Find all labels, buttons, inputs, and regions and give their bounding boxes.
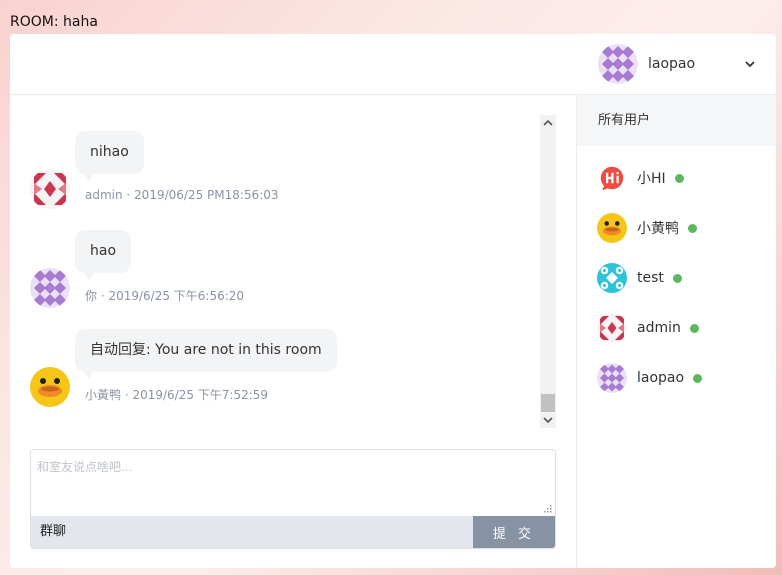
scroll-down-icon[interactable] <box>540 412 556 428</box>
online-status-dot <box>672 273 682 283</box>
scroll-up-icon[interactable] <box>540 115 556 131</box>
message-bubble: hao <box>75 230 132 280</box>
message-bubble: 自动回复: You are not in this room <box>75 329 337 379</box>
sidebar-title: 所有用户 <box>577 95 776 146</box>
scrollbar-thumb[interactable] <box>541 394 555 412</box>
user-name: laopao <box>637 370 685 386</box>
online-status-dot <box>688 223 697 233</box>
user-menu-dropdown[interactable]: laopao <box>598 44 768 84</box>
admin-avatar <box>30 169 70 209</box>
user-name: admin <box>637 320 681 336</box>
message-composer: 群聊 提 交 <box>30 449 556 549</box>
message-meta: 你 · 2019/6/25 下午6:56:20 <box>85 289 245 303</box>
user-item-test[interactable]: test <box>577 253 776 303</box>
online-status-dot <box>674 173 684 183</box>
laopao-avatar <box>598 44 638 84</box>
message-bubble: nihao <box>75 131 144 181</box>
user-item-xiaohi[interactable]: 小HI <box>577 153 776 203</box>
message-meta: admin · 2019/06/25 PM18:56:03 <box>85 188 279 202</box>
user-sidebar: 所有用户 小HI 小黄鸭 test admin laopao <box>576 95 776 568</box>
laopao-avatar <box>597 363 627 393</box>
message-input[interactable] <box>31 450 555 516</box>
duck-avatar <box>30 367 70 407</box>
user-item-duck[interactable]: 小黄鸭 <box>577 203 776 253</box>
message-meta: 小黃鸭 · 2019/6/25 下午7:52:59 <box>85 388 269 402</box>
user-item-laopao[interactable]: laopao <box>577 353 776 403</box>
message-list: nihao admin · 2019/06/25 PM18:56:03 hao … <box>30 95 538 427</box>
chat-panel: laopao nihao admin · 2019/06/25 PM18:56:… <box>10 34 776 568</box>
user-name: 小黄鸭 <box>637 221 679 237</box>
chat-mode-label: 群聊 <box>40 524 67 539</box>
online-status-dot <box>689 323 699 333</box>
online-status-dot <box>693 373 703 383</box>
duck-avatar <box>597 213 627 243</box>
user-list: 小HI 小黄鸭 test admin laopao <box>577 153 776 403</box>
chat-area: nihao admin · 2019/06/25 PM18:56:03 hao … <box>10 95 576 568</box>
room-title: ROOM: haha <box>10 14 98 30</box>
chevron-down-icon[interactable] <box>742 56 758 72</box>
user-item-admin[interactable]: admin <box>577 303 776 353</box>
composer-footer: 群聊 提 交 <box>31 516 555 548</box>
message-scrollbar[interactable] <box>540 115 556 428</box>
submit-button[interactable]: 提 交 <box>473 516 555 548</box>
test-avatar <box>597 263 627 293</box>
resize-grip-icon[interactable] <box>544 505 552 513</box>
top-bar: laopao <box>10 34 776 95</box>
hi-avatar <box>597 163 627 193</box>
current-username: laopao <box>648 56 696 72</box>
laopao-avatar <box>30 268 70 308</box>
user-name: test <box>637 270 664 286</box>
user-name: 小HI <box>637 171 666 187</box>
admin-avatar <box>597 313 627 343</box>
